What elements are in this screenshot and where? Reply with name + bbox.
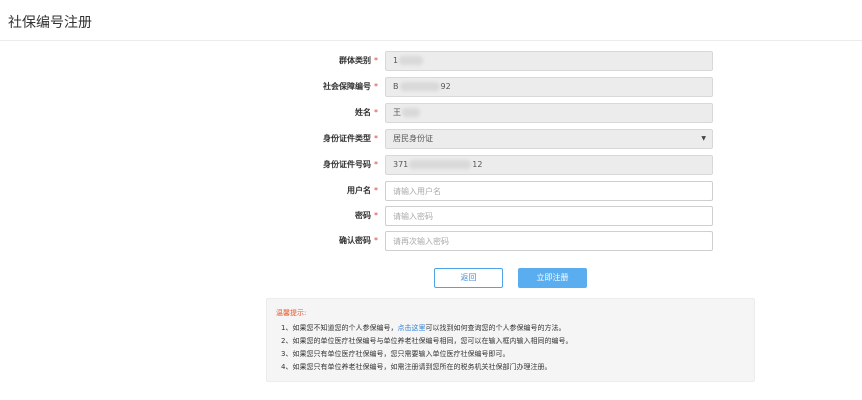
username-input[interactable] bbox=[385, 181, 713, 201]
lookup-link[interactable]: 点击这里 bbox=[397, 324, 425, 332]
id-no-prefix: 371 bbox=[393, 160, 409, 169]
social-no-label: 社会保障编号 * bbox=[323, 82, 378, 91]
form-row-username: 用户名 * bbox=[0, 181, 862, 201]
id-no-field[interactable]: 371 12 bbox=[385, 155, 713, 175]
id-type-select[interactable]: 居民身份证 ▼ bbox=[385, 129, 713, 149]
form-row-password: 密码 * bbox=[0, 206, 862, 226]
tip-line-1: 1、如果您不知道您的个人参保编号，点击这里可以找到如何查询您的个人参保编号的方法… bbox=[281, 323, 565, 333]
id-type-label: 身份证件类型 * bbox=[323, 134, 378, 143]
form-row-social-no: 社会保障编号 * B 92 bbox=[0, 77, 862, 97]
social-no-prefix: B bbox=[393, 82, 399, 91]
redacted-mask bbox=[399, 56, 424, 65]
chevron-down-icon: ▼ bbox=[701, 135, 706, 142]
tips-title: 温馨提示: bbox=[276, 309, 307, 317]
social-no-suffix: 92 bbox=[440, 82, 451, 91]
group-field[interactable]: 1 bbox=[385, 51, 713, 71]
confirm-label: 确认密码 * bbox=[339, 236, 378, 245]
username-label: 用户名 * bbox=[347, 186, 378, 195]
name-value-prefix: 王 bbox=[393, 108, 401, 117]
tip-line-4: 4、如果您只有单位养老社保编号，如需注册请到您所在的税务机关社保部门办理注册。 bbox=[281, 363, 552, 371]
name-label: 姓名 * bbox=[355, 108, 378, 117]
id-no-suffix: 12 bbox=[472, 160, 483, 169]
form-row-group: 群体类别 * 1 bbox=[0, 51, 862, 71]
redacted-mask bbox=[409, 160, 472, 169]
page-title: 社保编号注册 bbox=[8, 15, 92, 31]
redacted-mask bbox=[399, 82, 440, 91]
register-button[interactable]: 立即注册 bbox=[518, 268, 587, 288]
tip-line-1-tail: 可以找到如何查询您的个人参保编号的方法。 bbox=[425, 324, 566, 332]
back-button[interactable]: 返回 bbox=[434, 268, 503, 288]
password-label: 密码 * bbox=[355, 211, 378, 220]
password-input[interactable] bbox=[385, 206, 713, 226]
form-row-confirm: 确认密码 * bbox=[0, 231, 862, 251]
confirm-password-input[interactable] bbox=[385, 231, 713, 251]
tip-line-3: 3、如果您只有单位医疗社保编号，您只需要输入单位医疗社保编号即可。 bbox=[281, 350, 510, 358]
form-row-name: 姓名 * 王 bbox=[0, 103, 862, 123]
group-value-prefix: 1 bbox=[393, 56, 399, 65]
name-field[interactable]: 王 bbox=[385, 103, 713, 123]
form-row-id-no: 身份证件号码 * 371 12 bbox=[0, 155, 862, 175]
id-type-value: 居民身份证 bbox=[393, 134, 433, 143]
group-label: 群体类别 * bbox=[339, 56, 378, 65]
social-no-field[interactable]: B 92 bbox=[385, 77, 713, 97]
tip-line-1-text: 1、如果您不知道您的个人参保编号， bbox=[281, 324, 398, 332]
redacted-mask bbox=[402, 108, 420, 117]
tip-line-2: 2、如果您的单位医疗社保编号与单位养老社保编号相同，您可以在输入框内输入相同的编… bbox=[281, 337, 573, 345]
form-row-id-type: 身份证件类型 * 居民身份证 ▼ bbox=[0, 129, 862, 149]
id-no-label: 身份证件号码 * bbox=[323, 160, 378, 169]
page-header: 社保编号注册 bbox=[0, 0, 862, 41]
tips-panel: 温馨提示: 1、如果您不知道您的个人参保编号，点击这里可以找到如何查询您的个人参… bbox=[266, 298, 755, 382]
